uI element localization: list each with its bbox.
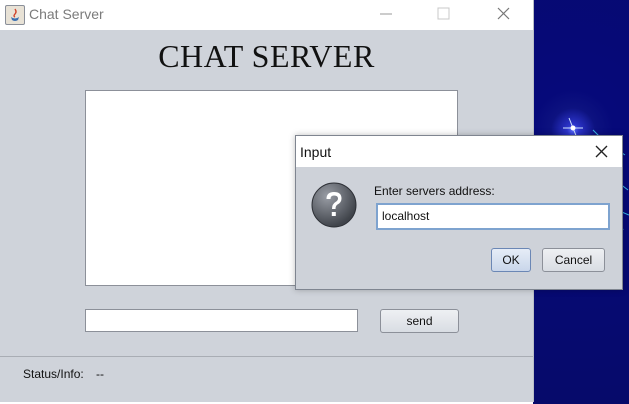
server-address-input[interactable]: localhost: [376, 203, 610, 230]
close-icon: [497, 7, 510, 20]
dialog-prompt: Enter servers address:: [374, 184, 495, 198]
status-label: Status/Info:: [23, 367, 84, 381]
status-value: --: [96, 367, 104, 381]
maximize-button[interactable]: [420, 0, 466, 30]
java-app-icon: [5, 5, 25, 25]
cancel-button[interactable]: Cancel: [542, 248, 605, 272]
dialog-title: Input: [300, 144, 332, 160]
page-title: CHAT SERVER: [158, 38, 375, 74]
send-button[interactable]: send: [380, 309, 459, 333]
minimize-icon: [380, 13, 392, 15]
ok-button[interactable]: OK: [491, 248, 531, 272]
maximize-icon: [437, 7, 450, 20]
message-input[interactable]: [85, 309, 358, 332]
close-window-button[interactable]: [480, 0, 526, 30]
close-icon: [595, 145, 608, 158]
dialog-titlebar[interactable]: Input: [296, 136, 622, 167]
window-title: Chat Server: [29, 6, 104, 22]
window-titlebar[interactable]: Chat Server: [0, 0, 533, 30]
dialog-close-button[interactable]: [584, 136, 620, 167]
minimize-button[interactable]: [362, 0, 408, 30]
input-dialog: Input Enter servers address: localhost O…: [295, 135, 623, 290]
status-separator: [0, 356, 533, 357]
question-icon: [311, 182, 357, 228]
